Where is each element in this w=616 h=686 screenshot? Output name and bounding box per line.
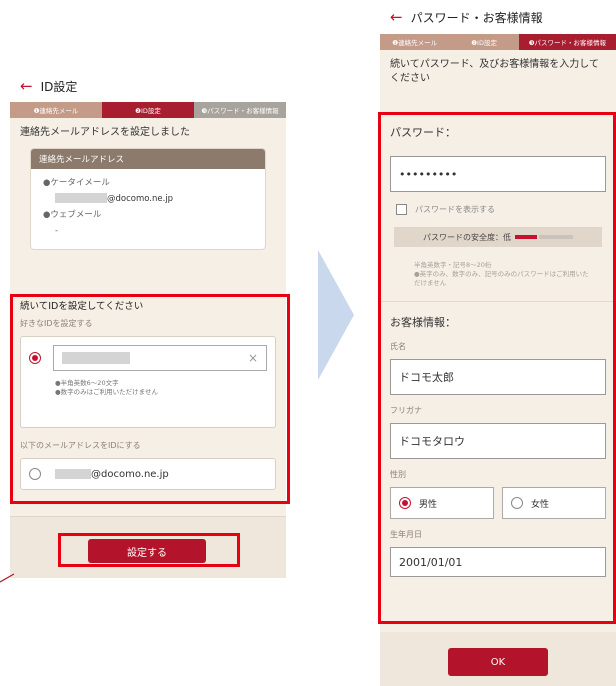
back-arrow-icon[interactable]: ← [20, 77, 33, 95]
step-password-info: ❸パスワード・お客様情報 [194, 102, 286, 118]
step-indicator: ❶連絡先メール ❷ID設定 ❸パスワード・お客様情報 [380, 34, 616, 50]
highlight-submit [58, 533, 240, 567]
step-indicator: ❶連絡先メール ❷ID設定 ❸パスワード・お客様情報 [10, 102, 286, 118]
status-message: 連絡先メールアドレスを設定しました [20, 127, 190, 138]
carrier-mail-label: ●ケータイメール [43, 177, 110, 188]
masked-text [55, 193, 107, 204]
step-contact-mail: ❶連絡先メール [380, 34, 450, 50]
transition-arrow-icon [318, 250, 354, 380]
pointer-line [0, 573, 15, 583]
right-header: ← パスワード・お客様情報 [380, 0, 616, 34]
left-header: ← ID設定 [10, 70, 286, 102]
contact-email-card: 連絡先メールアドレス ●ケータイメール @docomo.ne.jp ●ウェブメー… [30, 147, 266, 251]
page-title: ID設定 [40, 79, 78, 94]
step-contact-mail: ❶連絡先メール [10, 102, 102, 118]
footer: OK [380, 632, 616, 686]
ok-button[interactable]: OK [448, 648, 548, 676]
highlight-form [378, 112, 616, 624]
step-id-setting: ❷ID設定 [449, 34, 519, 50]
carrier-email: @docomo.ne.jp [107, 193, 174, 204]
status-message: 続いてパスワード、及びお客様情報を入力してください [390, 59, 599, 84]
page-title: パスワード・お客様情報 [410, 10, 543, 25]
back-arrow-icon[interactable]: ← [390, 8, 403, 26]
web-mail-label: ●ウェブメール [43, 209, 102, 220]
highlight-id-section [10, 294, 290, 504]
step-id-setting: ❷ID設定 [102, 102, 194, 118]
web-mail-value: - [55, 225, 59, 236]
step-password-info: ❸パスワード・お客様情報 [518, 34, 616, 50]
card-header: 連絡先メールアドレス [31, 148, 265, 169]
